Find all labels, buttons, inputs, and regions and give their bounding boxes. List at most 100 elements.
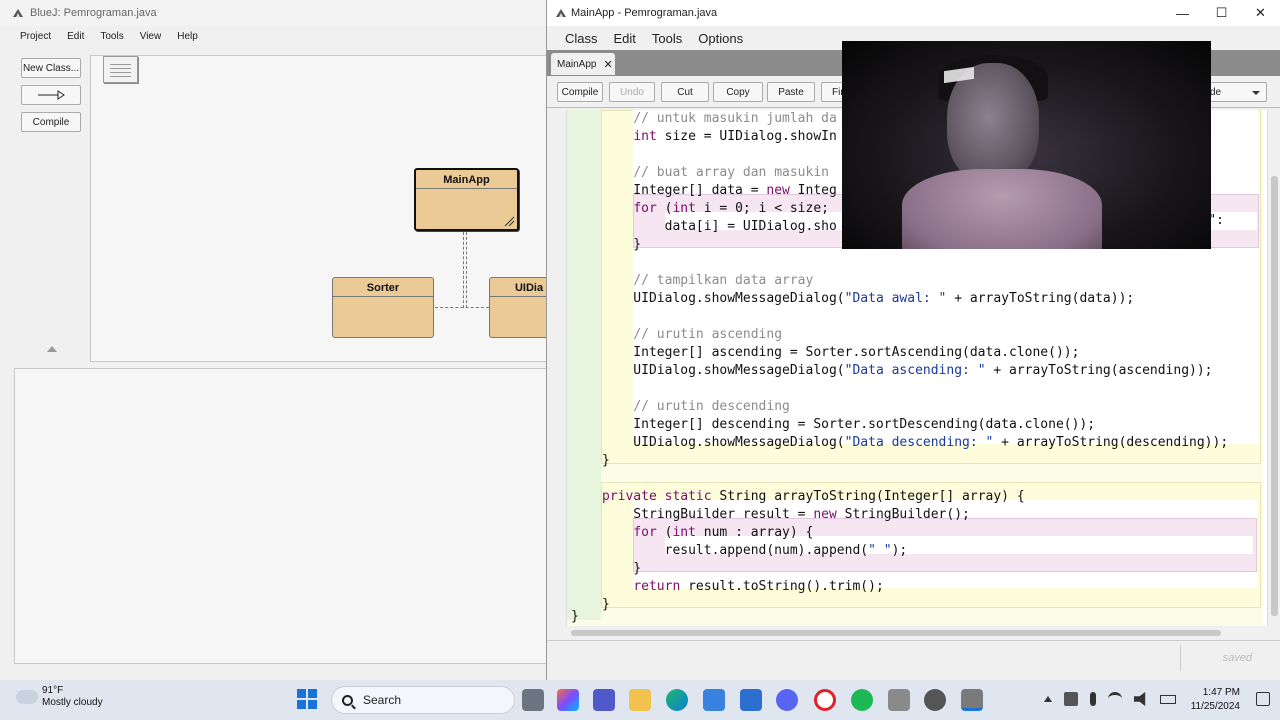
edge-icon[interactable] — [666, 689, 688, 711]
minimize-icon[interactable]: — — [1163, 0, 1202, 26]
notification-icon[interactable] — [1256, 692, 1270, 706]
menu-edit[interactable]: Edit — [606, 31, 644, 46]
bluej-app-icon[interactable] — [888, 689, 910, 711]
menu-tools[interactable]: Tools — [644, 31, 690, 46]
line-gutter[interactable] — [547, 110, 567, 626]
wifi-icon[interactable] — [1108, 692, 1122, 706]
spotify-icon[interactable] — [851, 689, 873, 711]
menu-view[interactable]: View — [132, 31, 170, 42]
taskbar-clock[interactable]: 1:47 PM 11/25/2024 — [1191, 686, 1240, 714]
window-controls: — ☐ ✕ — [1163, 0, 1280, 26]
tab-mainapp[interactable]: MainApp ✕ — [551, 53, 615, 75]
new-class-button[interactable]: New Class... — [21, 58, 81, 78]
code-line: // urutin descending — [633, 399, 790, 414]
class-name: MainApp — [416, 170, 517, 189]
menu-help[interactable]: Help — [169, 31, 206, 42]
menu-tools[interactable]: Tools — [92, 31, 131, 42]
compile-button[interactable]: Compile — [557, 82, 603, 102]
object-bench[interactable] — [14, 368, 554, 664]
bluej-side-toolbar: New Class... Compile — [14, 58, 84, 139]
bluej-window-title: BlueJ: Pemrograman.java — [30, 7, 157, 19]
chevron-up-icon[interactable] — [1044, 696, 1052, 702]
chevron-down-icon — [1252, 91, 1260, 95]
editor-status-bar: saved — [547, 640, 1280, 680]
search-icon — [342, 694, 353, 706]
code-line: // tampilkan data array — [633, 273, 814, 288]
bluej-app-icon — [556, 9, 566, 17]
code-line: for (int num : array) { — [633, 525, 814, 540]
opera-icon[interactable] — [814, 689, 836, 711]
save-status: saved — [1180, 645, 1252, 671]
task-view-icon[interactable] — [522, 689, 544, 711]
weather-widget[interactable]: 91°F Mostly cloudy — [16, 684, 103, 709]
obs-icon[interactable] — [924, 689, 946, 711]
code-line: data[i] = UIDialog.sho — [602, 219, 837, 234]
class-box-mainapp[interactable]: MainApp — [414, 168, 519, 231]
code-line: } — [602, 561, 642, 576]
webcam-person-shirt — [902, 169, 1102, 249]
undo-button[interactable]: Undo — [609, 82, 655, 102]
file-explorer-icon[interactable] — [629, 689, 651, 711]
copilot-icon[interactable] — [557, 689, 579, 711]
webcam-overlay — [842, 41, 1211, 249]
volume-icon[interactable] — [1134, 692, 1146, 706]
panel-scroll-up-icon[interactable] — [47, 346, 57, 352]
code-line: } — [602, 597, 610, 612]
taskbar-search[interactable]: Search — [331, 686, 515, 714]
weather-cloud-icon — [16, 684, 38, 704]
menu-edit[interactable]: Edit — [59, 31, 92, 42]
maximize-icon[interactable]: ☐ — [1202, 0, 1241, 26]
code-line: private static String arrayToString(Inte… — [602, 489, 1025, 504]
code-line: UIDialog.showMessageDialog("Data descend… — [602, 435, 1229, 450]
menu-options[interactable]: Options — [690, 31, 751, 46]
weather-condition: Mostly cloudy — [42, 697, 103, 708]
search-label: Search — [363, 693, 402, 707]
taskbar: 91°F Mostly cloudy Search 1:47 PM 11/25/… — [0, 680, 1280, 720]
network-off-icon[interactable] — [1064, 692, 1078, 706]
class-name: UIDia — [490, 278, 549, 297]
dependency-line — [435, 307, 489, 308]
arrow-right-icon — [38, 90, 65, 100]
code-line: for (int i = 0; i < size; — [633, 201, 829, 216]
weather-temperature: 91°F — [42, 685, 64, 696]
new-inheritance-arrow-button[interactable] — [21, 85, 81, 105]
code-line: int size = UIDialog.showIn — [633, 129, 837, 144]
readme-file-icon[interactable] — [103, 56, 138, 83]
paste-button[interactable]: Paste — [767, 82, 815, 102]
code-line: Integer[] data = new Integ — [602, 183, 837, 198]
microphone-icon[interactable] — [1090, 692, 1096, 706]
menu-project[interactable]: Project — [12, 31, 59, 42]
view-mode-select[interactable]: de — [1205, 82, 1267, 102]
editor-horizontal-scrollbar[interactable] — [557, 627, 1257, 639]
cut-button[interactable]: Cut — [661, 82, 709, 102]
class-box-uidialog[interactable]: UIDia — [489, 277, 549, 338]
discord-icon[interactable] — [776, 689, 798, 711]
teams-icon[interactable] — [593, 689, 615, 711]
class-diagram-canvas[interactable]: MainApp Sorter UIDia — [90, 55, 550, 362]
code-line: } — [602, 453, 610, 468]
resize-handle-icon[interactable] — [503, 215, 515, 227]
close-tab-icon[interactable]: ✕ — [603, 58, 612, 71]
code-line: return result.toString().trim(); — [633, 579, 884, 594]
store-icon[interactable] — [703, 689, 725, 711]
code-line: UIDialog.showMessageDialog("Data awal: "… — [602, 291, 1135, 306]
bluej-menubar: Project Edit Tools View Help — [0, 26, 559, 46]
clock-date: 11/25/2024 — [1190, 701, 1240, 712]
system-tray — [1044, 692, 1176, 706]
windows-start-icon[interactable] — [297, 689, 317, 709]
code-line: UIDialog.showMessageDialog("Data ascendi… — [602, 363, 1213, 378]
close-icon[interactable]: ✕ — [1241, 0, 1280, 26]
clock-time: 1:47 PM — [1202, 687, 1240, 698]
compile-button[interactable]: Compile — [21, 112, 81, 132]
editor-vertical-scrollbar[interactable] — [1267, 110, 1280, 626]
class-box-sorter[interactable]: Sorter — [332, 277, 434, 338]
code-line: result.append(num).append(" "); — [602, 543, 908, 558]
scope-margin — [567, 110, 601, 620]
visual-studio-icon[interactable] — [740, 689, 762, 711]
code-line: StringBuilder result = new StringBuilder… — [602, 507, 970, 522]
bluej-active-icon[interactable] — [961, 689, 983, 711]
battery-icon[interactable] — [1160, 694, 1176, 704]
code-line: // buat array dan masukin — [633, 165, 829, 180]
menu-class[interactable]: Class — [557, 31, 606, 46]
copy-button[interactable]: Copy — [713, 82, 763, 102]
